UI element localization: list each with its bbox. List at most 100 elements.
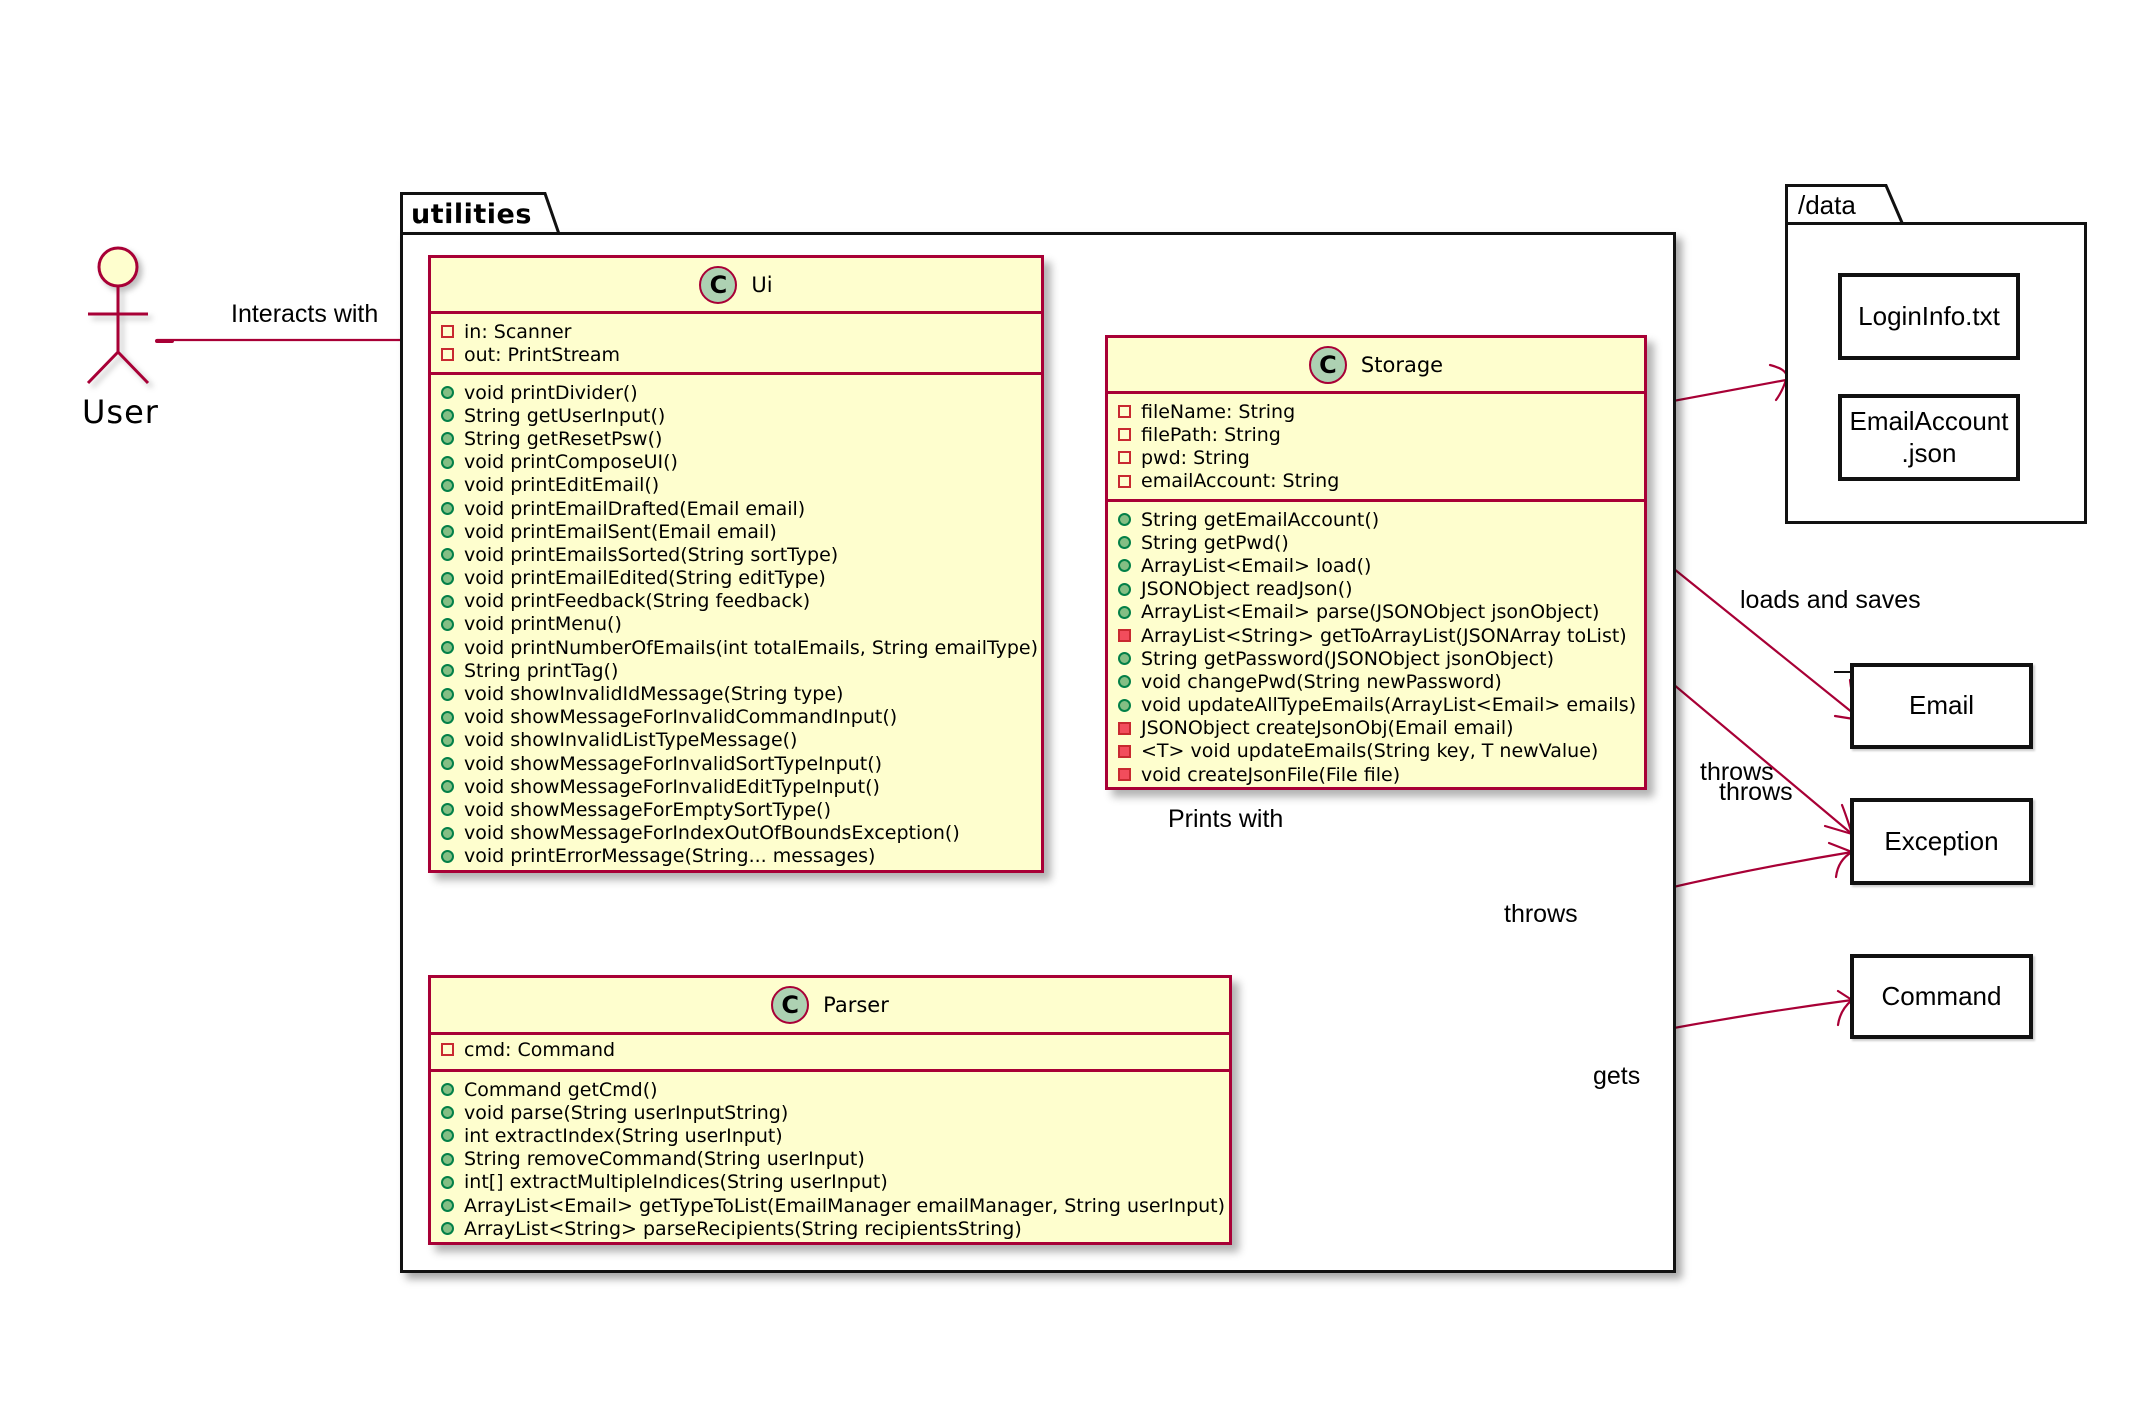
member-text: void printEmailSent(Email email): [464, 520, 777, 543]
class-method: void showMessageForInvalidSortTypeInput(…: [441, 752, 1041, 775]
class-method: int extractIndex(String userInput): [441, 1124, 1229, 1147]
class-method: int[] extractMultipleIndices(String user…: [441, 1171, 1229, 1194]
public-visibility-icon: [441, 386, 454, 400]
class-badge-icon: C: [699, 265, 738, 304]
public-visibility-icon: [441, 432, 454, 446]
class-method: <T> void updateEmails(String key, T newV…: [1118, 740, 1644, 763]
member-text: void printDivider(): [464, 381, 638, 404]
member-text: String getEmailAccount(): [1141, 508, 1380, 531]
member-text: void printEmailDrafted(Email email): [464, 497, 806, 520]
diagram-canvas: User Interacts with utilities C Ui in: S…: [0, 0, 2150, 1406]
file-logininfo[interactable]: LoginInfo.txt: [1838, 273, 2020, 360]
class-fields: cmd: Command: [431, 1035, 1229, 1072]
class-email[interactable]: Email: [1850, 663, 2033, 749]
class-method: void showInvalidListTypeMessage(): [441, 729, 1041, 752]
member-text: String printTag(): [464, 659, 619, 682]
class-method: ArrayList<Email> load(): [1118, 554, 1644, 577]
class-method: void showInvalidIdMessage(String type): [441, 682, 1041, 705]
class-method: String getEmailAccount(): [1118, 508, 1644, 531]
member-text: void printEditEmail(): [464, 474, 660, 497]
edge-label-loads-and-saves: loads and saves: [1740, 586, 1921, 614]
package-label-utilities: utilities: [411, 199, 532, 230]
class-methods: String getEmailAccount() String getPwd() A…: [1108, 502, 1644, 786]
actor-user[interactable]: User: [80, 245, 160, 435]
member-text: void showMessageForInvalidSortTypeInput(…: [464, 752, 883, 775]
public-visibility-icon: [1118, 536, 1131, 550]
class-method: String removeCommand(String userInput): [441, 1148, 1229, 1171]
private-visibility-icon: [1118, 629, 1131, 643]
class-badge-icon: C: [771, 986, 810, 1024]
member-text: void showInvalidIdMessage(String type): [464, 683, 844, 706]
member-text: Command getCmd(): [464, 1078, 658, 1101]
public-visibility-icon: [441, 849, 454, 863]
public-visibility-icon: [441, 757, 454, 771]
class-method: String getPassword(JSONObject jsonObject…: [1118, 647, 1644, 670]
member-text: int extractIndex(String userInput): [464, 1124, 783, 1147]
member-text: void printNumberOfEmails(int totalEmails…: [464, 636, 1039, 659]
member-text: <T> void updateEmails(String key, T newV…: [1141, 740, 1599, 763]
class-ui[interactable]: C Ui in: Scanner out: PrintStream void pr…: [428, 255, 1044, 873]
public-visibility-icon: [441, 1083, 454, 1097]
edge-label-interacts-with: Interacts with: [231, 300, 379, 328]
member-text: String removeCommand(String userInput): [464, 1148, 865, 1171]
public-visibility-icon: [441, 803, 454, 817]
member-text: void changePwd(String newPassword): [1141, 670, 1502, 693]
class-method: void updateAllTypeEmails(ArrayList<Email…: [1118, 694, 1644, 717]
member-text: void updateAllTypeEmails(ArrayList<Email…: [1141, 694, 1637, 717]
member-text: void printComposeUI(): [464, 451, 678, 474]
class-field: filePath: String: [1118, 423, 1644, 446]
public-visibility-icon: [441, 1129, 454, 1143]
member-text: void printEmailEdited(String editType): [464, 567, 826, 590]
member-text: void printEmailsSorted(String sortType): [464, 543, 839, 566]
member-text: filePath: String: [1141, 423, 1281, 446]
class-field: fileName: String: [1118, 400, 1644, 423]
class-method: String printTag(): [441, 659, 1041, 682]
member-text: ArrayList<Email> load(): [1141, 554, 1372, 577]
edge-storage-exception: [1646, 661, 1854, 836]
public-visibility-icon: [1118, 559, 1131, 573]
package-label-data: /data: [1798, 190, 1856, 220]
public-visibility-icon: [1118, 582, 1131, 596]
class-method: String getUserInput(): [441, 404, 1041, 427]
class-method: JSONObject readJson(): [1118, 578, 1644, 601]
class-name: Storage: [1360, 352, 1444, 377]
public-visibility-icon: [1118, 605, 1131, 619]
member-text: String getResetPsw(): [464, 427, 663, 450]
member-text: void showInvalidListTypeMessage(): [464, 729, 798, 752]
public-visibility-icon: [1118, 698, 1131, 712]
private-visibility-icon: [441, 1043, 454, 1057]
class-command[interactable]: Command: [1850, 954, 2033, 1039]
public-visibility-icon: [441, 1106, 454, 1120]
private-visibility-icon: [1118, 721, 1131, 735]
public-visibility-icon: [441, 617, 454, 631]
class-exception[interactable]: Exception: [1850, 798, 2033, 885]
private-visibility-icon: [441, 325, 454, 339]
public-visibility-icon: [441, 409, 454, 423]
member-text: out: PrintStream: [464, 343, 621, 366]
class-storage[interactable]: C Storage fileName: String filePath: Stri…: [1105, 335, 1647, 790]
edge-label-throws-parser: throws: [1504, 900, 1578, 928]
public-visibility-icon: [441, 826, 454, 840]
class-header: C Storage: [1108, 338, 1644, 394]
public-visibility-icon: [441, 548, 454, 562]
member-text: cmd: Command: [464, 1038, 616, 1061]
class-method: void showMessageForInvalidEditTypeInput(…: [441, 775, 1041, 798]
public-visibility-icon: [441, 1152, 454, 1166]
class-method: void showMessageForInvalidCommandInput(): [441, 706, 1041, 729]
public-visibility-icon: [1118, 652, 1131, 666]
public-visibility-icon: [441, 594, 454, 608]
file-emailaccount-json[interactable]: EmailAccount .json: [1838, 394, 2020, 481]
member-text: emailAccount: String: [1141, 470, 1340, 493]
member-text: void showMessageForEmptySortType(): [464, 798, 831, 821]
private-visibility-icon: [1118, 451, 1131, 465]
member-text: String getPwd(): [1141, 531, 1289, 554]
private-visibility-icon: [1118, 428, 1131, 442]
class-methods: Command getCmd() void parse(String userIn…: [431, 1072, 1229, 1240]
member-text: void printErrorMessage(String... message…: [464, 845, 876, 868]
public-visibility-icon: [441, 571, 454, 585]
class-method: void printDivider(): [441, 381, 1041, 404]
class-fields: fileName: String filePath: String pwd: Str…: [1108, 394, 1644, 502]
class-parser[interactable]: C Parser cmd: Command Command getCmd() vo…: [428, 975, 1232, 1245]
public-visibility-icon: [441, 1175, 454, 1189]
edge-label-prints-with: Prints with: [1168, 805, 1284, 833]
